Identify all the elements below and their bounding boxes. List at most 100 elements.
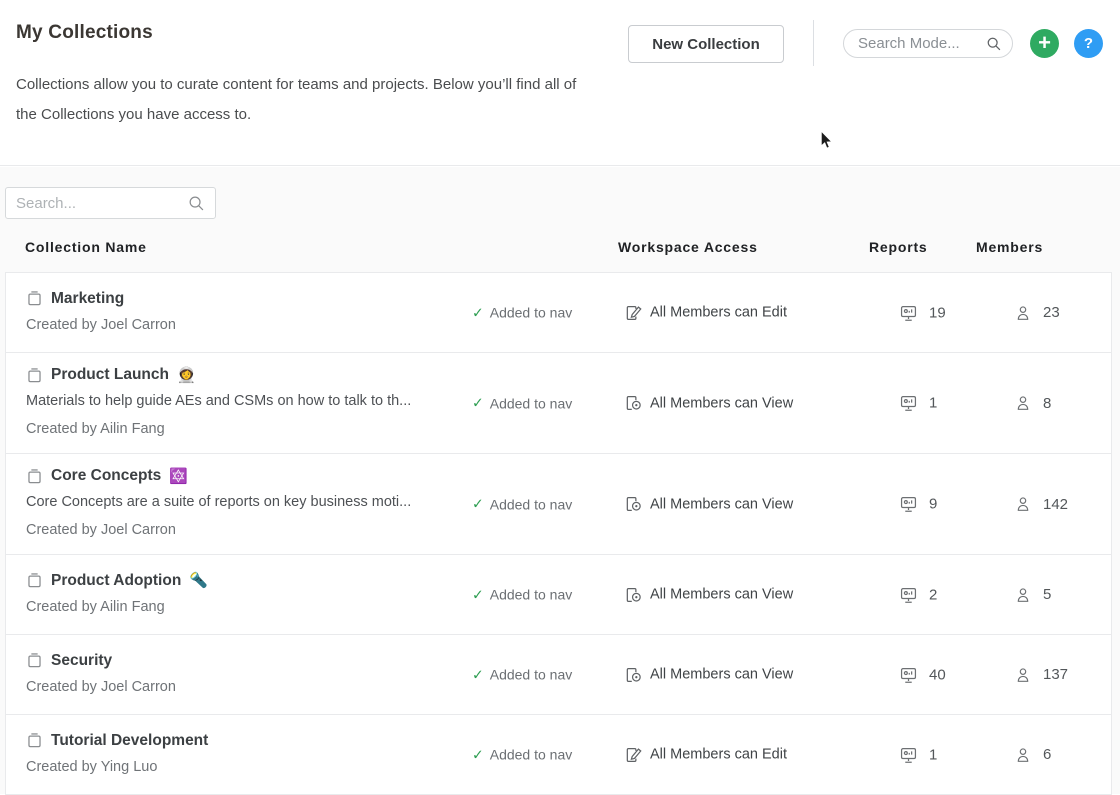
reports-icon [899, 495, 918, 514]
collection-emoji: 🔦 [189, 573, 208, 588]
reports-cell: 2 [899, 585, 937, 604]
members-count: 23 [1043, 304, 1060, 321]
collection-name-link[interactable]: Product Launch [51, 363, 169, 387]
access-edit-icon [624, 745, 643, 764]
column-header-name: Collection Name [25, 239, 147, 255]
collection-name-link[interactable]: Security [51, 649, 112, 673]
check-icon: ✓ [472, 586, 484, 603]
workspace-access-cell: All Members can Edit [624, 303, 787, 322]
table-row[interactable]: Product Adoption 🔦 Created by Ailin Fang… [6, 555, 1111, 635]
check-icon: ✓ [472, 304, 484, 321]
search-icon [188, 195, 205, 212]
collection-name-link[interactable]: Product Adoption [51, 569, 181, 593]
workspace-access-cell: All Members can Edit [624, 745, 787, 764]
clipboard-icon [26, 367, 43, 384]
collection-emoji: 👩‍🚀 [177, 368, 196, 383]
added-to-nav-label: Added to nav [490, 747, 573, 763]
reports-icon [899, 745, 918, 764]
collection-name-link[interactable]: Core Concepts [51, 464, 161, 488]
reports-cell: 1 [899, 394, 937, 413]
reports-count: 9 [929, 496, 937, 513]
clipboard-icon [26, 468, 43, 485]
access-edit-icon [624, 303, 643, 322]
reports-icon [899, 665, 918, 684]
members-count: 142 [1043, 496, 1068, 513]
page-description: Collections allow you to curate content … [16, 70, 591, 130]
added-to-nav-status: ✓ Added to nav [472, 304, 572, 321]
members-icon [1014, 495, 1032, 513]
added-to-nav-status: ✓ Added to nav [472, 586, 572, 603]
column-header-members: Members [976, 239, 1043, 255]
reports-icon [899, 585, 918, 604]
members-cell: 142 [1014, 495, 1068, 513]
column-header-reports: Reports [869, 239, 928, 255]
header-divider [813, 20, 814, 66]
collection-creator: Created by Ailin Fang [26, 415, 466, 443]
access-view-icon [624, 585, 643, 604]
members-count: 8 [1043, 395, 1051, 412]
added-to-nav-status: ✓ Added to nav [472, 746, 572, 763]
table-column-headers: Collection Name Workspace Access Reports… [0, 239, 1120, 271]
table-row[interactable]: Tutorial Development Created by Ying Luo… [6, 715, 1111, 795]
reports-cell: 19 [899, 303, 946, 322]
clipboard-icon [26, 732, 43, 749]
added-to-nav-status: ✓ Added to nav [472, 496, 572, 513]
added-to-nav-label: Added to nav [490, 496, 573, 512]
members-icon [1014, 666, 1032, 684]
page-title: My Collections [16, 22, 153, 44]
collection-creator: Created by Ying Luo [26, 753, 466, 781]
added-to-nav-status: ✓ Added to nav [472, 666, 572, 683]
reports-count: 19 [929, 304, 946, 321]
collection-description: Materials to help guide AEs and CSMs on … [26, 387, 466, 415]
collection-name-link[interactable]: Marketing [51, 287, 124, 311]
reports-cell: 1 [899, 745, 937, 764]
workspace-access-label: All Members can View [650, 587, 793, 603]
check-icon: ✓ [472, 496, 484, 513]
members-icon [1014, 394, 1032, 412]
members-cell: 8 [1014, 394, 1051, 412]
table-row[interactable]: Core Concepts 🔯 Core Concepts are a suit… [6, 454, 1111, 555]
added-to-nav-status: ✓ Added to nav [472, 395, 572, 412]
collections-search[interactable] [5, 187, 216, 219]
members-icon [1014, 586, 1032, 604]
members-count: 5 [1043, 586, 1051, 603]
workspace-access-label: All Members can View [650, 496, 793, 512]
collection-name-link[interactable]: Tutorial Development [51, 729, 208, 753]
reports-icon [899, 303, 918, 322]
collections-panel: Collection Name Workspace Access Reports… [0, 167, 1120, 794]
collection-name-cell: Product Adoption 🔦 Created by Ailin Fang [6, 555, 466, 634]
access-view-icon [624, 495, 643, 514]
collection-creator: Created by Joel Carron [26, 516, 466, 544]
help-button[interactable]: ? [1074, 29, 1103, 58]
collection-description: Core Concepts are a suite of reports on … [26, 488, 466, 516]
global-search[interactable] [843, 29, 1013, 58]
clipboard-icon [26, 652, 43, 669]
members-count: 137 [1043, 666, 1068, 683]
workspace-access-label: All Members can Edit [650, 305, 787, 321]
table-row[interactable]: Security Created by Joel Carron ✓ Added … [6, 635, 1111, 715]
workspace-access-cell: All Members can View [624, 495, 793, 514]
table-row[interactable]: Product Launch 👩‍🚀 Materials to help gui… [6, 353, 1111, 454]
access-view-icon [624, 394, 643, 413]
collection-name-cell: Core Concepts 🔯 Core Concepts are a suit… [6, 454, 466, 554]
workspace-access-label: All Members can View [650, 395, 793, 411]
reports-icon [899, 394, 918, 413]
search-icon [986, 36, 1002, 52]
members-count: 6 [1043, 746, 1051, 763]
table-row[interactable]: Marketing Created by Joel Carron ✓ Added… [6, 273, 1111, 353]
workspace-access-cell: All Members can View [624, 394, 793, 413]
workspace-access-cell: All Members can View [624, 585, 793, 604]
reports-count: 40 [929, 666, 946, 683]
collection-emoji: 🔯 [169, 469, 188, 484]
add-button[interactable]: + [1030, 29, 1059, 58]
new-collection-button[interactable]: New Collection [628, 25, 784, 63]
collection-name-cell: Marketing Created by Joel Carron [6, 273, 466, 352]
collections-table-body: Marketing Created by Joel Carron ✓ Added… [5, 272, 1112, 795]
members-icon [1014, 304, 1032, 322]
global-search-input[interactable] [858, 35, 986, 52]
access-view-icon [624, 665, 643, 684]
collections-search-input[interactable] [16, 195, 188, 212]
reports-cell: 40 [899, 665, 946, 684]
added-to-nav-label: Added to nav [490, 587, 573, 603]
check-icon: ✓ [472, 395, 484, 412]
